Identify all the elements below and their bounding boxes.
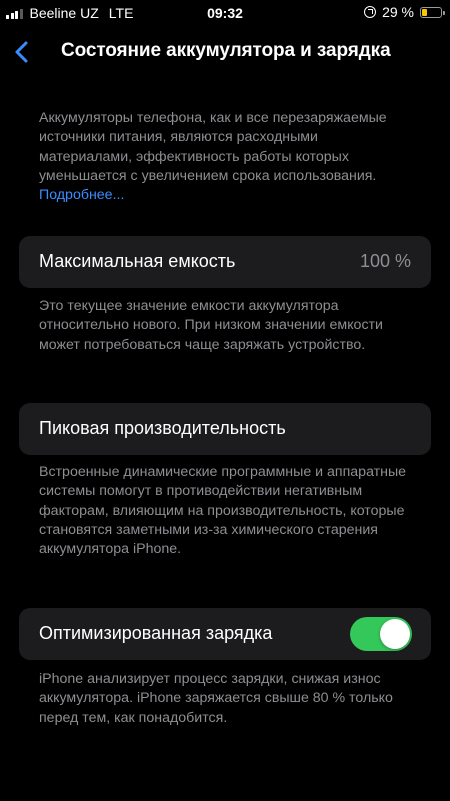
battery-icon bbox=[420, 6, 445, 18]
battery-percent: 29 % bbox=[382, 4, 414, 20]
optimized-charging-footer: iPhone анализирует процесс зарядки, сниж… bbox=[39, 671, 393, 726]
battery-level-fill bbox=[422, 8, 428, 16]
page-title: Состояние аккумулятора и зарядка bbox=[61, 40, 391, 61]
max-capacity-label: Максимальная емкость bbox=[39, 251, 236, 271]
optimized-charging-toggle[interactable] bbox=[350, 617, 412, 651]
max-capacity-cell: Максимальная емкость 100 % bbox=[19, 236, 431, 288]
status-right: 29 % bbox=[364, 4, 445, 20]
learn-more-link[interactable]: Подробнее... bbox=[39, 187, 124, 203]
optimized-charging-cell: Оптимизированная зарядка bbox=[19, 608, 431, 660]
chevron-left-icon[interactable] bbox=[12, 40, 34, 64]
max-capacity-value: 100 % bbox=[359, 251, 411, 271]
status-bar: Beeline UZ LTE 09:32 29 % bbox=[0, 0, 450, 26]
optimized-charging-label: Оптимизированная зарядка bbox=[39, 623, 273, 643]
peak-performance-cell: Пиковая производительность bbox=[19, 403, 431, 455]
navigation-bar: Состояние аккумулятора и зарядка bbox=[0, 26, 450, 78]
peak-performance-label: Пиковая производительность bbox=[39, 418, 286, 438]
toggle-knob[interactable] bbox=[380, 619, 410, 649]
intro-text: Аккумуляторы телефона, как и все перезар… bbox=[39, 110, 387, 184]
intro-description: Аккумуляторы телефона, как и все перезар… bbox=[39, 109, 409, 205]
peak-performance-footer: Встроенные динамические программные и ап… bbox=[39, 464, 407, 558]
orientation-lock-icon bbox=[364, 6, 377, 18]
max-capacity-footer: Это текущее значение емкости аккумулятор… bbox=[39, 298, 383, 353]
